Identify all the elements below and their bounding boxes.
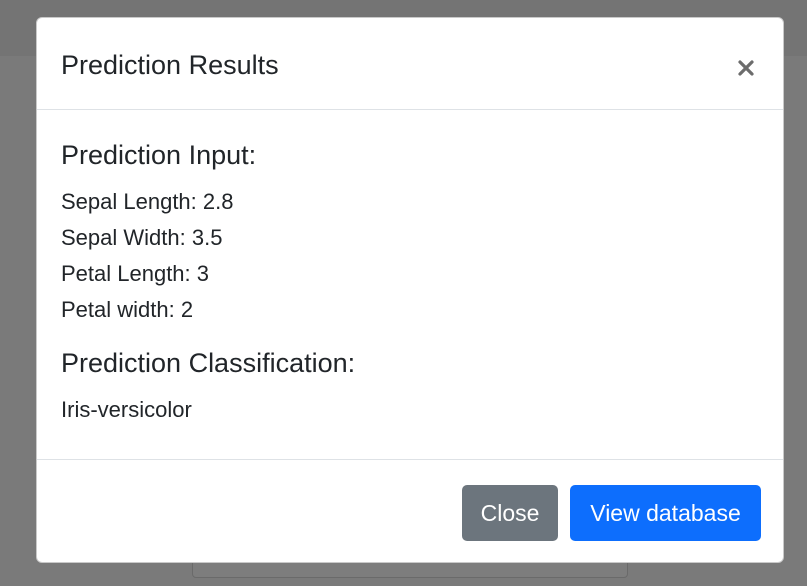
prediction-classification-value: Iris-versicolor — [61, 397, 192, 422]
input-petal-width: Petal width: 2 — [61, 297, 194, 322]
close-button[interactable]: Close — [462, 485, 558, 541]
modal-body: Prediction Input: Sepal Length: 2.8 Sepa… — [61, 138, 761, 428]
prediction-input-heading: Prediction Input: — [61, 140, 257, 170]
prediction-classification-heading: Prediction Classification: — [61, 348, 356, 378]
modal-footer: Close View database — [37, 459, 783, 562]
view-database-button[interactable]: View database — [570, 485, 761, 541]
prediction-results-modal: Prediction Results Prediction Input: Sep… — [36, 17, 784, 563]
modal-title: Prediction Results — [61, 50, 279, 80]
input-petal-length: Petal Length: 3 — [61, 261, 210, 286]
modal-header: Prediction Results — [37, 18, 783, 110]
modal-close-button[interactable] — [731, 47, 761, 81]
prediction-input-list: Sepal Length: 2.8 Sepal Width: 3.5 Petal… — [61, 184, 761, 328]
input-sepal-width: Sepal Width: 3.5 — [61, 225, 223, 250]
input-sepal-length: Sepal Length: 2.8 — [61, 189, 234, 214]
close-icon — [738, 59, 754, 76]
